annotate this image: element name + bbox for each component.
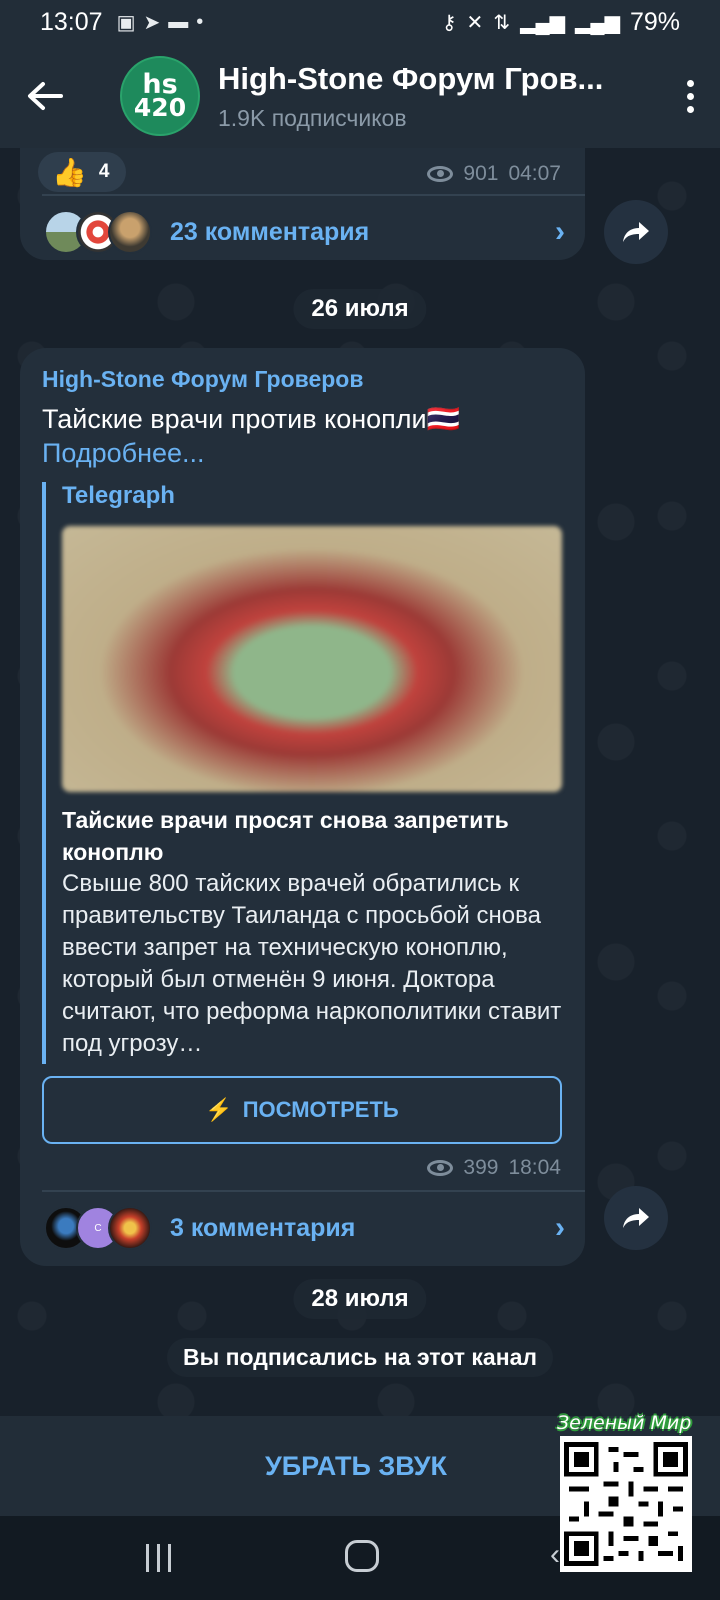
data-icon: ⇅ [493,11,511,34]
avatar-logo-line2: 420 [133,92,187,122]
back-arrow-icon [28,82,63,110]
qr-code [560,1436,692,1572]
preview-site-name: Telegraph [62,482,175,509]
back-button[interactable] [0,44,90,148]
comments-count-label: 3 комментария [170,1213,356,1242]
instant-view-label: ПОСМОТРЕТЬ [242,1097,399,1122]
views-eye-icon [427,166,454,182]
comments-bar[interactable]: 23 комментария › [44,196,565,268]
view-count: 399 [463,1156,499,1179]
channel-info[interactable]: High-Stone Форум Гров... 1.9K подписчико… [218,61,660,132]
comments-bar[interactable]: C 3 комментария › [44,1192,565,1264]
recent-apps-button[interactable] [146,1544,171,1572]
share-icon [623,1208,649,1228]
commenter-avatar [108,1206,152,1250]
status-time: 13:07 [40,7,103,36]
view-count: 901 [463,162,499,185]
battery-level: 79% [629,7,680,36]
chat-icon: ▬ [168,10,189,33]
chat-header: hs 420 High-Stone Форум Гров... 1.9K под… [0,44,720,148]
commenter-avatar [108,210,152,254]
preview-title: Тайские врачи просят снова запретить кон… [62,807,509,865]
chat-area[interactable]: 👍 4 901 04:07 23 комментария › 26 июля H… [0,148,720,1416]
system-icons: ⚷ ✕ ⇅ ▂▄▆ ▂▄▆ 79% [442,8,680,37]
link-preview[interactable]: Telegraph Тайские врачи просят снова зап… [42,482,562,1064]
preview-description: Свыше 800 тайских врачей обратились к пр… [62,870,562,1057]
notification-icons: ▣ ➤ ▬ • [117,10,204,35]
message-bubble[interactable]: High-Stone Форум Гроверов Тайские врачи … [20,348,585,1266]
instant-view-button[interactable]: ⚡ ПОСМОТРЕТЬ [42,1076,562,1144]
preview-image[interactable] [62,526,562,792]
mute-button[interactable]: УБРАТЬ ЗВУК [265,1451,447,1482]
lightning-icon: ⚡ [205,1097,233,1122]
mute-vibrate-icon: ✕ [466,11,484,34]
reaction-chip[interactable]: 👍 4 [38,152,126,192]
watermark: Зеленый Мир [557,1412,702,1584]
comments-count-label: 23 комментария [170,217,370,246]
message-text: Тайские врачи против конопли🇹🇭 Подробнее… [42,402,460,470]
home-button[interactable] [345,1540,379,1572]
subscriber-count: 1.9K подписчиков [218,104,407,131]
chevron-right-icon: › [555,215,565,248]
service-message: Вы подписались на этот канал [166,1338,554,1377]
share-button[interactable] [604,200,668,264]
channel-avatar[interactable]: hs 420 [120,56,200,136]
signal-icon: ▂▄▆ [520,11,566,34]
dot-icon: • [196,10,204,33]
telegram-icon: ➤ [143,11,161,34]
image-icon: ▣ [116,11,136,34]
message-bubble[interactable]: 👍 4 901 04:07 23 комментария › [20,148,585,260]
message-meta: 399 18:04 [427,1156,561,1180]
chevron-right-icon: › [555,1211,565,1244]
read-more-link[interactable]: Подробнее... [42,436,460,470]
share-icon [623,222,649,242]
watermark-text: Зеленый Мир [557,1412,692,1434]
more-menu-button[interactable] [660,79,720,113]
commenter-avatar-letter: C [94,1222,102,1234]
more-dots-icon [686,79,694,87]
signal-icon-2: ▂▄▆ [575,11,620,34]
system-back-button[interactable]: ‹ [550,1538,560,1572]
reaction-count: 4 [98,161,110,182]
status-bar: 13:07 ▣ ➤ ▬ • ⚷ ✕ ⇅ ▂▄▆ ▂▄▆ 79% [0,0,720,44]
thumbs-up-icon: 👍 [52,156,87,188]
views-eye-icon [427,1160,454,1176]
message-time: 04:07 [508,162,561,185]
channel-title: High-Stone Форум Гров... [218,60,604,96]
message-meta: 901 04:07 [427,162,561,186]
key-icon: ⚷ [441,11,457,34]
qr-code-icon [564,1442,688,1566]
sender-name[interactable]: High-Stone Форум Гроверов [42,366,363,393]
recent-apps-icon [146,1544,149,1572]
share-button[interactable] [604,1186,668,1250]
date-separator: 28 июля [293,1279,427,1319]
message-body: Тайские врачи против конопли🇹🇭 [42,404,461,434]
date-separator: 26 июля [293,289,427,329]
message-time: 18:04 [508,1156,561,1179]
